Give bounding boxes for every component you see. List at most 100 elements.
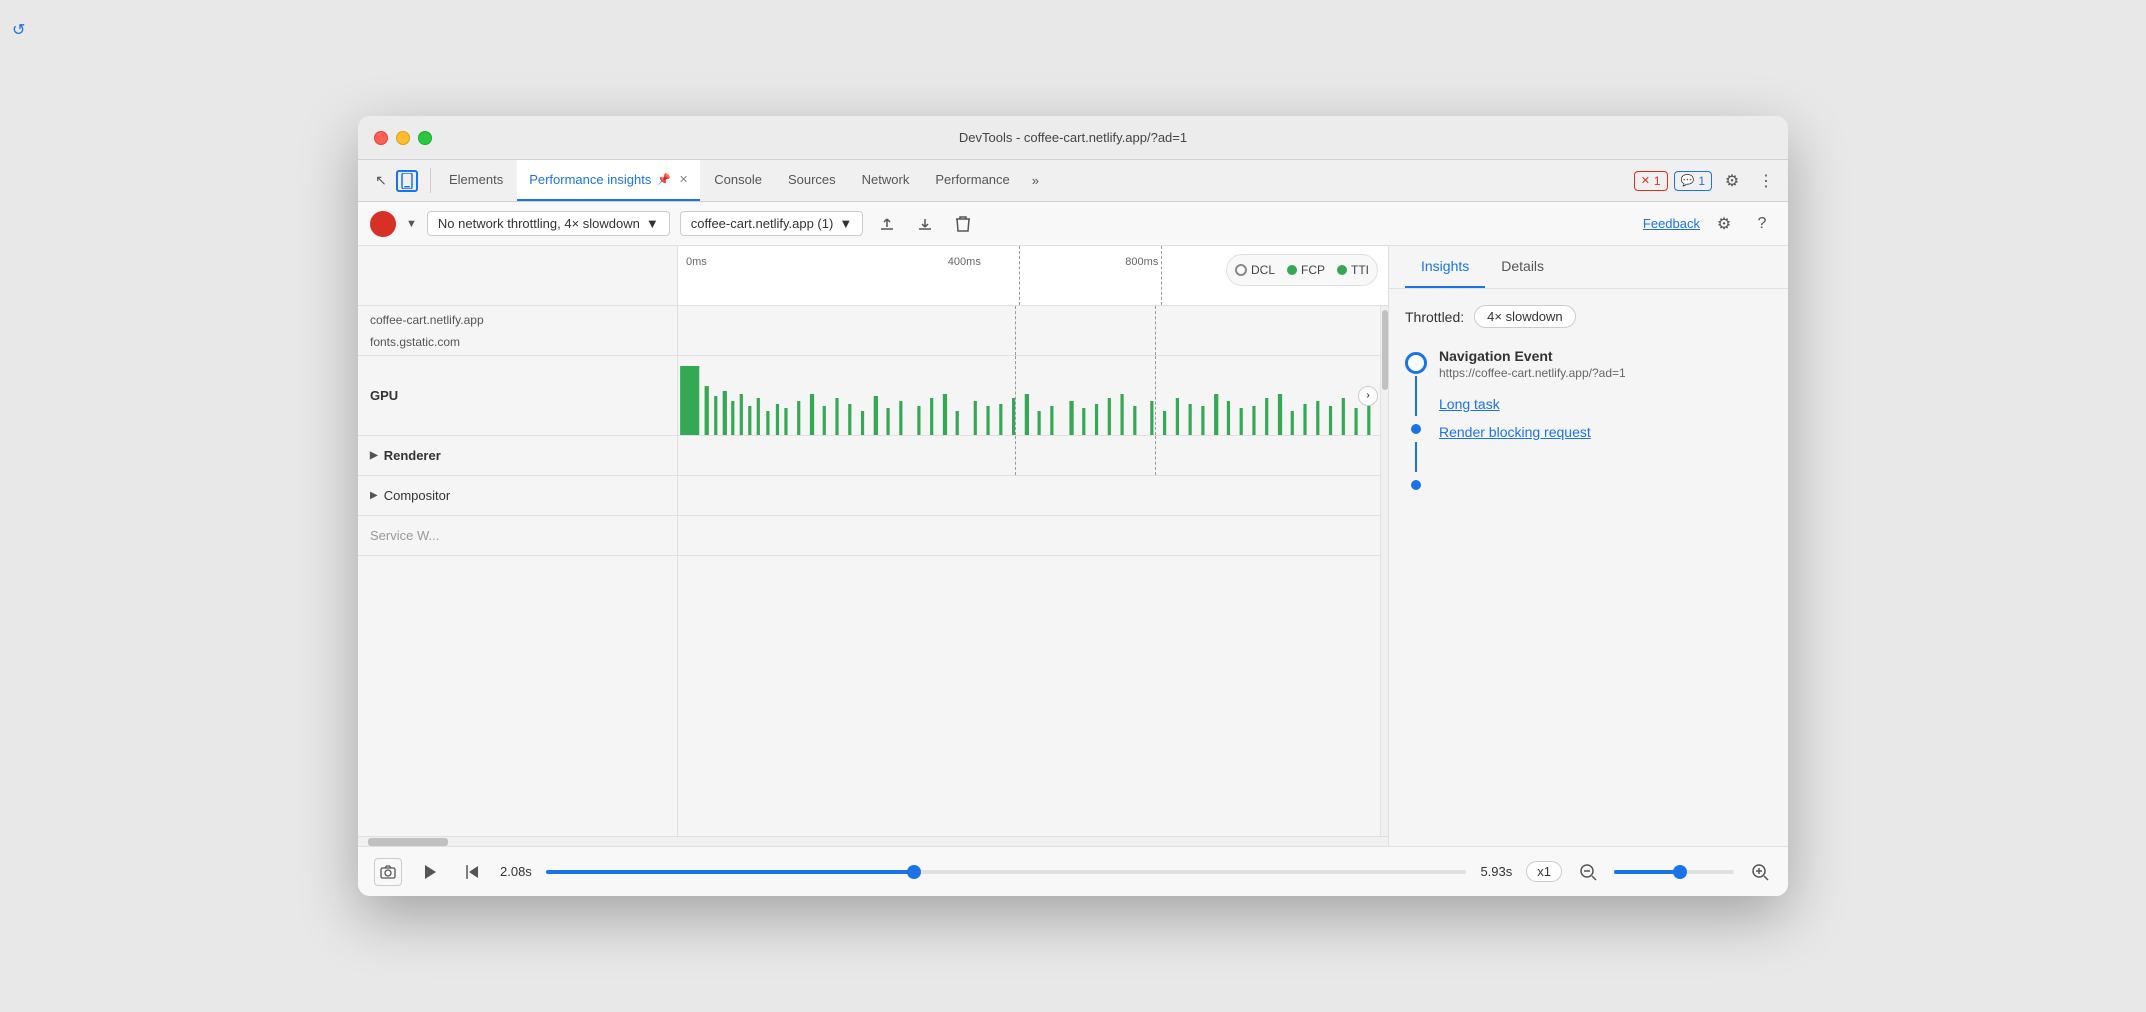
- message-badge[interactable]: 💬 1: [1674, 171, 1712, 191]
- renderer-expand-icon[interactable]: ▶: [370, 450, 378, 461]
- nav-timeline-line: [1415, 376, 1417, 416]
- screenshot-icon[interactable]: [374, 858, 402, 886]
- renderer-content: [678, 436, 1380, 476]
- time-start: 2.08s: [500, 864, 532, 879]
- tab-performance-insights[interactable]: Performance insights 📌 ✕: [517, 160, 700, 201]
- minimize-button[interactable]: [396, 131, 410, 145]
- upload-icon[interactable]: [873, 210, 901, 238]
- tab-bar: ↖ Elements Performance insights 📌 ✕ Cons…: [358, 160, 1788, 202]
- dashed-line-2: [1161, 246, 1162, 305]
- network-content: [678, 306, 1380, 356]
- title-bar: DevTools - coffee-cart.netlify.app/?ad=1: [358, 116, 1788, 160]
- gpu-visualization: [678, 356, 1380, 436]
- tti-label: TTI: [1351, 263, 1369, 277]
- fcp-dot: [1287, 265, 1297, 275]
- error-icon: ✕: [1641, 174, 1650, 187]
- delete-icon[interactable]: [949, 210, 977, 238]
- device-icon[interactable]: [396, 170, 418, 192]
- more-options-icon[interactable]: ⋮: [1752, 167, 1780, 195]
- throttle-selector[interactable]: No network throttling, 4× slowdown ▼: [427, 211, 670, 236]
- dcl-legend: DCL: [1235, 263, 1275, 277]
- toolbar: ▼ No network throttling, 4× slowdown ▼ c…: [358, 202, 1788, 246]
- dashed-line-r2: [1155, 436, 1156, 475]
- vertical-scrollbar[interactable]: [1380, 306, 1388, 836]
- ruler-left: ↺: [358, 246, 678, 305]
- network-row-1: coffee-cart.netlify.app: [370, 309, 484, 331]
- time-end: 5.93s: [1480, 864, 1512, 879]
- nav-timeline-visual: [1405, 348, 1427, 498]
- tracks-left: coffee-cart.netlify.app fonts.gstatic.co…: [358, 306, 678, 836]
- throttle-chevron-icon: ▼: [646, 216, 659, 231]
- render-blocking-link[interactable]: Render blocking request: [1439, 424, 1772, 440]
- tracks-content: ›: [678, 306, 1380, 836]
- tti-dot: [1337, 265, 1347, 275]
- long-task-link[interactable]: Long task: [1439, 396, 1772, 412]
- gear-icon[interactable]: ⚙: [1710, 210, 1738, 238]
- dashed-line-network-2: [1155, 306, 1156, 355]
- tab-performance[interactable]: Performance: [923, 160, 1021, 201]
- tab-network[interactable]: Network: [850, 160, 922, 201]
- expand-gpu-button[interactable]: ›: [1358, 386, 1378, 406]
- main-content: ↺ 0ms 400ms 800ms DCL: [358, 246, 1788, 896]
- nav-event-circle: [1405, 352, 1427, 374]
- message-icon: 💬: [1681, 174, 1695, 187]
- zoom-level: x1: [1526, 861, 1562, 882]
- tab-close-icon[interactable]: ✕: [679, 173, 688, 186]
- help-icon[interactable]: ?: [1748, 210, 1776, 238]
- render-blocking-dot: [1411, 480, 1421, 490]
- scrollbar-thumb[interactable]: [1382, 310, 1388, 390]
- settings-icon[interactable]: ⚙: [1718, 167, 1746, 195]
- network-row-2: fonts.gstatic.com: [370, 331, 484, 353]
- tab-insights[interactable]: Insights: [1405, 246, 1485, 288]
- timeline-slider-thumb[interactable]: [907, 865, 921, 879]
- url-selector[interactable]: coffee-cart.netlify.app (1) ▼: [680, 211, 863, 236]
- zoom-out-icon[interactable]: [1576, 860, 1600, 884]
- service-track-label: Service W...: [358, 516, 677, 556]
- tab-overflow-button[interactable]: »: [1024, 160, 1047, 201]
- feedback-link[interactable]: Feedback: [1643, 216, 1700, 231]
- pin-icon: 📌: [657, 173, 671, 186]
- gpu-track-label: GPU: [358, 356, 677, 436]
- cursor-icon[interactable]: ↖: [372, 172, 390, 190]
- zoom-slider-thumb[interactable]: [1673, 865, 1687, 879]
- zoom-slider-fill: [1614, 870, 1680, 874]
- tracks-body: coffee-cart.netlify.app fonts.gstatic.co…: [358, 306, 1388, 836]
- throttled-row: Throttled: 4× slowdown: [1405, 305, 1772, 328]
- tab-console[interactable]: Console: [702, 160, 774, 201]
- bottom-bar: 2.08s 5.93s x1: [358, 846, 1788, 896]
- renderer-label: Renderer: [384, 448, 441, 463]
- ruler-right: 0ms 400ms 800ms DCL FCP: [678, 246, 1388, 305]
- horizontal-scrollbar[interactable]: [358, 836, 1388, 846]
- nav-event-section: Navigation Event https://coffee-cart.net…: [1405, 348, 1772, 498]
- service-content: [678, 516, 1380, 556]
- compositor-content: [678, 476, 1380, 516]
- record-button[interactable]: [370, 211, 396, 237]
- throttled-label: Throttled:: [1405, 309, 1464, 325]
- network-track-label: coffee-cart.netlify.app fonts.gstatic.co…: [358, 306, 677, 356]
- download-icon[interactable]: [911, 210, 939, 238]
- tab-details[interactable]: Details: [1485, 246, 1560, 288]
- traffic-lights[interactable]: [374, 131, 432, 145]
- timeline-scrubber[interactable]: [546, 870, 1467, 874]
- zoom-slider[interactable]: [1614, 870, 1734, 874]
- devtools-icons: ↖: [366, 160, 424, 201]
- compositor-expand-icon[interactable]: ▶: [370, 490, 378, 501]
- error-badge[interactable]: ✕ 1: [1634, 171, 1668, 191]
- record-dropdown-icon[interactable]: ▼: [406, 218, 417, 230]
- maximize-button[interactable]: [418, 131, 432, 145]
- play-button[interactable]: [416, 858, 444, 886]
- zoom-in-icon[interactable]: [1748, 860, 1772, 884]
- compositor-track-label: ▶ Compositor: [358, 476, 677, 516]
- close-button[interactable]: [374, 131, 388, 145]
- compositor-label: Compositor: [384, 488, 450, 503]
- insights-panel: Insights Details Throttled: 4× slowdown: [1388, 246, 1788, 846]
- throttled-badge: 4× slowdown: [1474, 305, 1576, 328]
- dcl-dot: [1235, 264, 1247, 276]
- tab-elements[interactable]: Elements: [437, 160, 515, 201]
- timeline-slider-fill: [546, 870, 914, 874]
- nav-timeline-line-2: [1415, 442, 1417, 472]
- tab-sources[interactable]: Sources: [776, 160, 848, 201]
- gpu-label: GPU: [370, 388, 398, 403]
- h-scrollbar-thumb[interactable]: [368, 838, 448, 846]
- skip-to-start-button[interactable]: [458, 858, 486, 886]
